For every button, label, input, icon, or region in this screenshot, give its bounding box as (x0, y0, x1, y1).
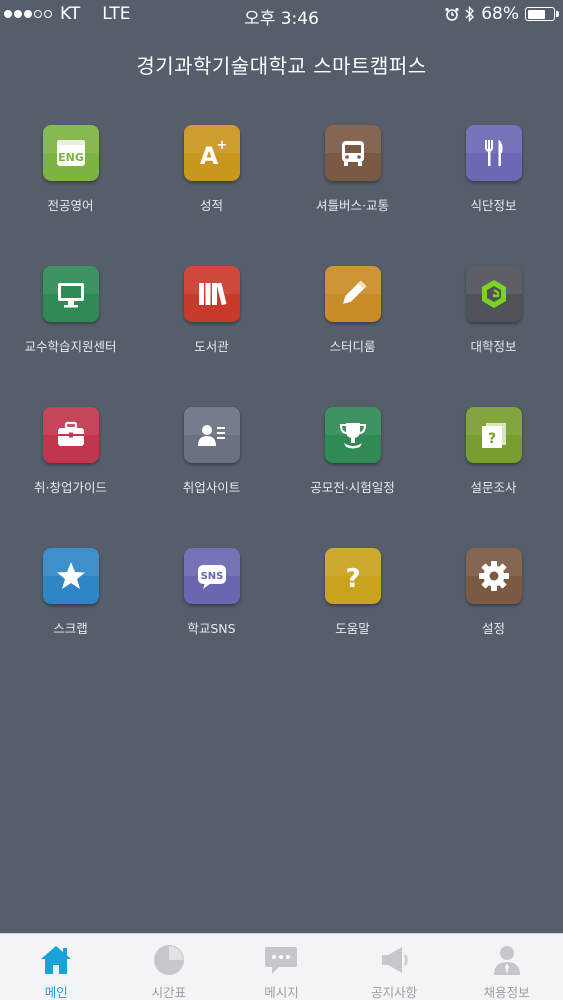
question-icon: ? (324, 548, 381, 604)
menu-item-briefcase[interactable]: 취·창업가이드 (0, 407, 141, 548)
fork-knife-icon (465, 125, 522, 181)
tab-home[interactable]: 메인 (0, 934, 113, 1000)
status-bar: KT LTE 오후 3:46 68% (0, 0, 563, 29)
menu-item-question[interactable]: ? 도움말 (282, 548, 423, 689)
menu-item-star[interactable]: 스크랩 (0, 548, 141, 689)
menu-item-label: 성적 (199, 198, 223, 213)
tab-label: 공지사항 (371, 985, 418, 1000)
menu-item-label: 대학정보 (470, 339, 517, 354)
university-logo-icon (465, 266, 522, 322)
menu-item-books[interactable]: 도서관 (141, 266, 282, 407)
tab-chat[interactable]: 메시지 (225, 934, 338, 1000)
tab-label: 메인 (44, 985, 68, 1000)
menu-item-label: 스터디룸 (329, 339, 376, 354)
books-icon (183, 266, 240, 322)
menu-item-label: 취·창업가이드 (34, 480, 107, 495)
profile-card-icon (183, 407, 240, 463)
battery-icon (525, 7, 559, 21)
tab-megaphone[interactable]: 공지사항 (338, 934, 451, 1000)
eng-icon: ENG (42, 125, 99, 181)
megaphone-icon (376, 942, 412, 978)
menu-item-label: 식단정보 (470, 198, 517, 213)
menu-item-label: 설정 (481, 621, 505, 636)
tab-clock[interactable]: 시간표 (113, 934, 226, 1000)
menu-item-label: 공모전·시험일정 (310, 480, 395, 495)
menu-grid: ENG 전공영어 A + 성적 셔틀버스·교통 식단정보교수학습지원센터 도서관 스터디룸 대학정… (0, 125, 563, 689)
menu-item-label: 도움말 (335, 621, 370, 636)
menu-item-label: 교수학습지원센터 (24, 339, 117, 354)
home-icon (38, 942, 74, 978)
person-icon (489, 942, 525, 978)
menu-item-label: 전공영어 (47, 198, 94, 213)
grade-a-plus-icon: A + (183, 125, 240, 181)
menu-item-grade-a-plus[interactable]: A + 성적 (141, 125, 282, 266)
tab-bar: 메인 시간표 메시지 공지사항 채용정보 (0, 933, 563, 1000)
tab-label: 메시지 (264, 985, 299, 1000)
menu-item-gear[interactable]: 설정 (423, 548, 563, 689)
bluetooth-icon (465, 6, 475, 22)
svg-text:+: + (216, 138, 227, 153)
menu-item-university-logo[interactable]: 대학정보 (423, 266, 563, 407)
menu-item-label: 취업사이트 (182, 480, 241, 495)
menu-item-label: 설문조사 (470, 480, 517, 495)
alarm-clock-icon (445, 7, 459, 21)
svg-text:SNS: SNS (200, 571, 223, 582)
menu-item-monitor[interactable]: 교수학습지원센터 (0, 266, 141, 407)
tab-person[interactable]: 채용정보 (450, 934, 563, 1000)
menu-item-sns[interactable]: SNS 학교SNS (141, 548, 282, 689)
page-title: 경기과학기술대학교 스마트캠퍼스 (136, 54, 427, 78)
menu-item-fork-knife[interactable]: 식단정보 (423, 125, 563, 266)
survey-icon: ? (465, 407, 522, 463)
briefcase-icon (42, 407, 99, 463)
star-icon (42, 548, 99, 604)
menu-item-survey[interactable]: ? 설문조사 (423, 407, 563, 548)
menu-item-pencil[interactable]: 스터디룸 (282, 266, 423, 407)
tab-label: 채용정보 (483, 985, 530, 1000)
menu-item-label: 학교SNS (187, 621, 236, 636)
bus-icon (324, 125, 381, 181)
gear-icon (465, 548, 522, 604)
menu-item-label: 셔틀버스·교통 (316, 198, 389, 213)
menu-item-profile-card[interactable]: 취업사이트 (141, 407, 282, 548)
svg-text:?: ? (487, 431, 495, 447)
menu-item-label: 스크랩 (53, 621, 88, 636)
trophy-icon (324, 407, 381, 463)
chat-icon (263, 942, 299, 978)
monitor-icon (42, 266, 99, 322)
clock-icon (151, 942, 187, 978)
sns-icon: SNS (183, 548, 240, 604)
menu-item-trophy[interactable]: 공모전·시험일정 (282, 407, 423, 548)
battery-percent: 68% (481, 4, 519, 24)
menu-item-eng[interactable]: ENG 전공영어 (0, 125, 141, 266)
menu-item-label: 도서관 (194, 339, 229, 354)
pencil-icon (324, 266, 381, 322)
menu-item-bus[interactable]: 셔틀버스·교통 (282, 125, 423, 266)
tab-label: 시간표 (151, 985, 187, 1000)
svg-text:ENG: ENG (58, 151, 84, 164)
svg-text:?: ? (345, 564, 360, 593)
